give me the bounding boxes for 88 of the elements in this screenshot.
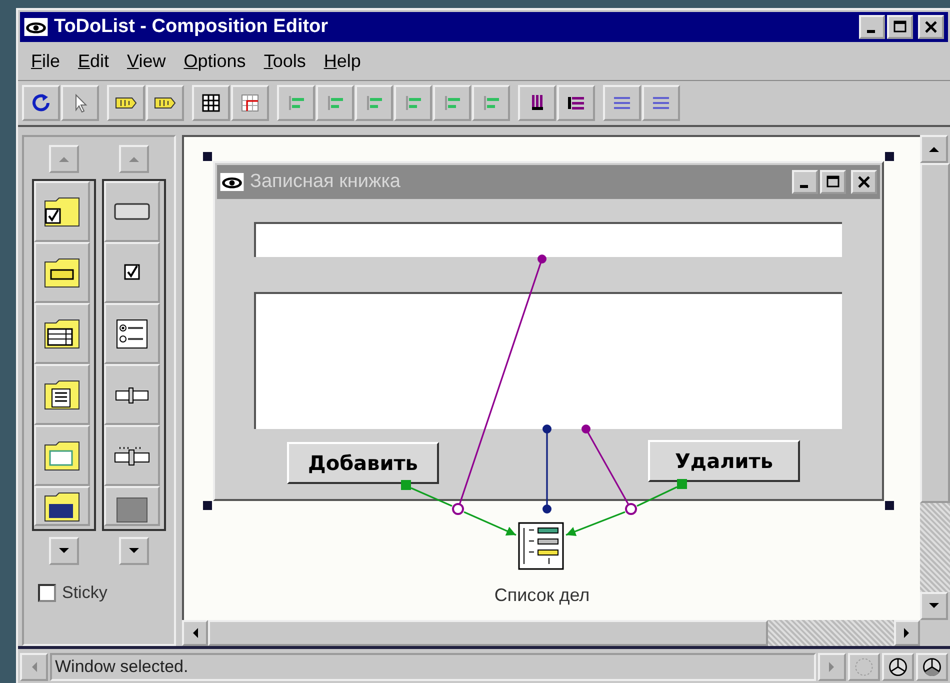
eye-icon <box>220 173 244 191</box>
connection-line[interactable] <box>542 424 552 514</box>
selection-handle[interactable] <box>885 501 894 510</box>
folder-text-icon <box>42 378 82 412</box>
list-part-icon[interactable] <box>518 522 564 570</box>
palette-item[interactable] <box>34 364 90 425</box>
palette-item[interactable] <box>34 303 90 364</box>
menu-item[interactable]: Tools <box>254 48 315 74</box>
menu-item[interactable]: Help <box>314 48 370 74</box>
close-button[interactable] <box>918 15 944 39</box>
toolbar-button[interactable] <box>22 85 60 121</box>
minimize-button[interactable] <box>792 170 818 194</box>
minimize-icon <box>866 30 874 33</box>
down-arrow-icon <box>928 602 940 610</box>
status-text: Window selected. <box>50 653 816 681</box>
entry-field[interactable] <box>254 222 842 257</box>
sticky-checkbox[interactable] <box>38 584 56 602</box>
menu-item[interactable]: View <box>118 48 175 74</box>
menu-item[interactable]: Edit <box>69 48 118 74</box>
status-button[interactable] <box>916 653 948 681</box>
connection-arrow[interactable] <box>401 480 516 536</box>
toolbar-button[interactable] <box>192 85 230 121</box>
palette-item[interactable] <box>34 425 90 486</box>
palette-item[interactable] <box>104 181 160 242</box>
selection-handle[interactable] <box>203 152 212 161</box>
pie-icon <box>921 656 943 678</box>
palette-item[interactable] <box>34 181 90 242</box>
part-label: Список дел <box>493 585 591 606</box>
left-arrow-icon <box>30 661 38 673</box>
palette-item[interactable] <box>34 486 90 526</box>
toolbar-button[interactable] <box>557 85 595 121</box>
folder-table-icon <box>42 316 82 350</box>
maximize-button[interactable] <box>820 170 846 194</box>
status-button[interactable] <box>882 653 914 681</box>
maximize-icon <box>893 20 907 34</box>
scroll-thumb[interactable] <box>920 163 950 503</box>
toolbar-button[interactable] <box>518 85 556 121</box>
scroll-up-button[interactable] <box>119 145 149 173</box>
connection-line[interactable] <box>582 424 637 515</box>
down-arrow-icon <box>128 547 140 555</box>
palette-item[interactable] <box>104 425 160 486</box>
eye-icon <box>24 18 48 36</box>
up-arrow-icon <box>928 145 940 153</box>
folder-icon <box>42 490 82 524</box>
palette-item[interactable] <box>104 486 160 526</box>
minimize-icon <box>800 185 808 188</box>
window-title: ToDoList - Composition Editor <box>54 16 330 38</box>
palette-item[interactable] <box>104 364 160 425</box>
palette-item[interactable] <box>34 242 90 303</box>
vertical-scrollbar[interactable] <box>920 135 950 620</box>
add-button[interactable]: Добавить <box>287 442 439 484</box>
scroll-down-button[interactable] <box>119 537 149 565</box>
delete-button[interactable]: Удалить <box>648 440 800 482</box>
selection-handle[interactable] <box>203 501 212 510</box>
scroll-up-button[interactable] <box>49 145 79 173</box>
maximize-button[interactable] <box>887 15 913 39</box>
right-arrow-icon <box>903 627 911 639</box>
palette-item[interactable] <box>104 242 160 303</box>
palette-item[interactable] <box>104 303 160 364</box>
toolbar-button[interactable] <box>146 85 184 121</box>
maximize-icon <box>826 175 840 189</box>
left-arrow-icon <box>191 627 199 639</box>
dotted-circle-icon <box>853 656 875 678</box>
scroll-down-button[interactable] <box>49 537 79 565</box>
folder-frame-icon <box>42 438 82 472</box>
selection-handle[interactable] <box>885 152 894 161</box>
close-icon <box>857 175 871 189</box>
scroll-thumb[interactable] <box>208 620 768 646</box>
sticky-label: Sticky <box>62 583 108 603</box>
up-arrow-icon <box>128 155 140 163</box>
menu-item[interactable]: Options <box>174 48 255 74</box>
toolbar-button[interactable] <box>107 85 145 121</box>
close-icon <box>924 20 938 34</box>
list-box[interactable] <box>254 292 842 429</box>
folder-checkbox-icon <box>42 194 82 228</box>
pie-icon <box>887 656 909 678</box>
connection-arrow[interactable] <box>566 479 687 536</box>
folder-field-icon <box>42 256 82 290</box>
status-left-button[interactable] <box>20 653 48 681</box>
connection-line[interactable] <box>452 254 546 515</box>
status-right-button[interactable] <box>818 653 846 681</box>
visual-window-title: Записная книжка <box>250 171 402 193</box>
close-button[interactable] <box>851 170 877 194</box>
up-arrow-icon <box>58 155 70 163</box>
menu-item[interactable]: File <box>22 48 70 74</box>
down-arrow-icon <box>58 547 70 555</box>
minimize-button[interactable] <box>859 15 885 39</box>
right-arrow-icon <box>828 661 836 673</box>
